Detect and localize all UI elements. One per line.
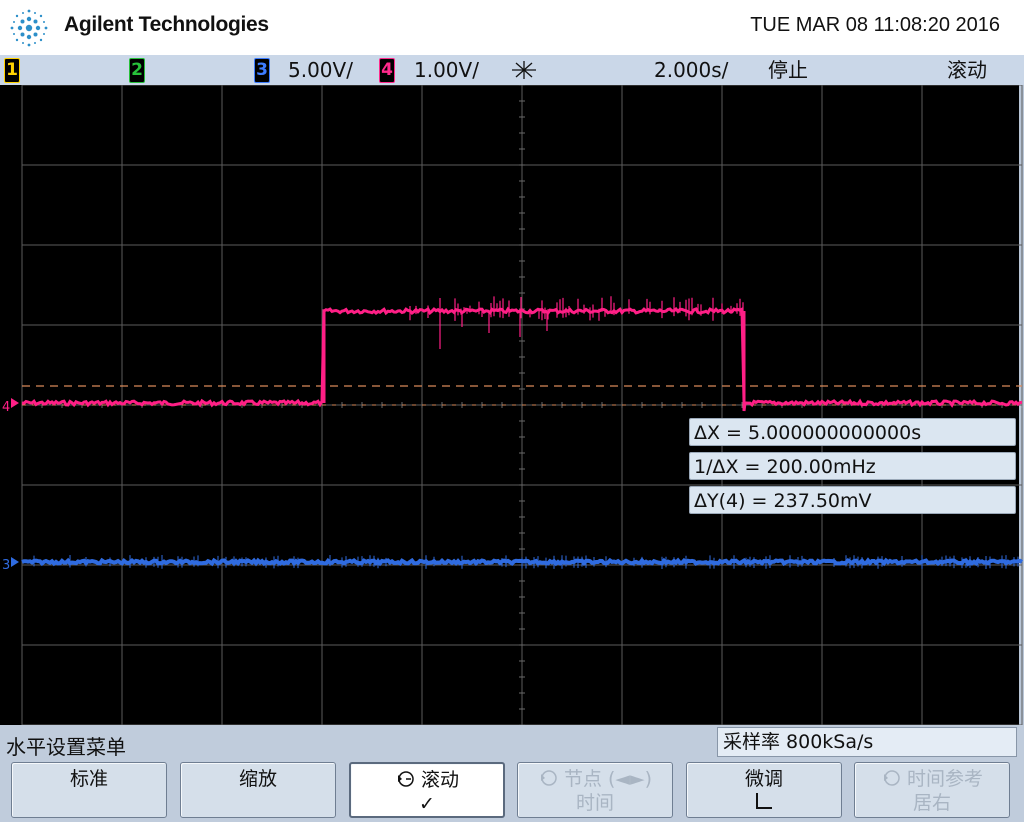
- zoom-label: 缩放: [238, 768, 277, 790]
- channel-3-scale: 5.00V/: [288, 58, 353, 82]
- trigger-spark-icon: [512, 61, 536, 79]
- roll-mode-label: 滚动: [420, 769, 459, 791]
- delta-y-readout: ΔY(4) = 237.50mV: [689, 486, 1016, 514]
- acquisition-mode: 滚动: [947, 58, 987, 82]
- menu-title: 水平设置菜单: [6, 735, 126, 759]
- node-label: 节点 (◄►): [563, 768, 653, 790]
- channel-4-marker-arrow: [11, 398, 19, 408]
- fine-adjust-checkbox[interactable]: [756, 793, 772, 809]
- fine-adjust-softkey[interactable]: 微调: [686, 762, 842, 818]
- time-reference-label: 时间参考: [906, 768, 983, 790]
- channel-4-ground-marker: 4: [2, 400, 10, 415]
- channel-3-ground-marker: 3: [2, 558, 10, 573]
- sample-rate-readout: 采样率 800kSa/s: [717, 727, 1017, 757]
- channel-4-indicator[interactable]: 4: [379, 58, 395, 83]
- normal-mode-softkey[interactable]: 标准: [11, 762, 167, 818]
- channel-1-indicator[interactable]: 1: [4, 58, 20, 83]
- roll-mode-icon: [397, 771, 414, 787]
- inverse-delta-x-readout: 1/ΔX = 200.00mHz: [689, 452, 1016, 480]
- channel-2-indicator[interactable]: 2: [129, 58, 145, 83]
- time-reference-rotate-icon: [883, 770, 900, 786]
- datetime-display: TUE MAR 08 11:08:20 2016: [750, 14, 1000, 36]
- node-time-softkey[interactable]: 节点 (◄►) 时间: [517, 762, 673, 818]
- node-rotate-icon: [540, 770, 557, 786]
- delta-x-readout: ΔX = 5.000000000000s: [689, 418, 1016, 446]
- ground-markers: 4 3: [2, 398, 19, 573]
- fine-adjust-label: 微调: [744, 768, 783, 790]
- channel-4-scale: 1.00V/: [414, 58, 479, 82]
- waveform-graticule: 4 3: [2, 85, 1024, 725]
- header-bar: Agilent Technologies TUE MAR 08 11:08:20…: [0, 0, 1024, 55]
- time-reference-softkey[interactable]: 时间参考 居右: [854, 762, 1010, 818]
- normal-mode-label: 标准: [69, 768, 108, 790]
- roll-mode-softkey[interactable]: 滚动 ✓: [349, 762, 505, 818]
- time-reference-value: 居右: [912, 792, 951, 814]
- roll-mode-checkmark: ✓: [419, 793, 435, 815]
- node-time-label: 时间: [575, 792, 614, 814]
- channel-3-marker-arrow: [11, 557, 19, 567]
- zoom-softkey[interactable]: 缩放: [180, 762, 336, 818]
- run-state: 停止: [768, 58, 808, 82]
- agilent-logo-icon: [10, 9, 48, 47]
- status-bar: 1 2 3 5.00V/ 4 1.00V/ 2.000s/ 停止 滚动: [0, 55, 1024, 85]
- timebase-scale: 2.000s/: [654, 58, 729, 82]
- channel-3-indicator[interactable]: 3: [254, 58, 270, 83]
- brand-name: Agilent Technologies: [64, 13, 269, 36]
- channel-4-noise-spikes: [409, 296, 744, 349]
